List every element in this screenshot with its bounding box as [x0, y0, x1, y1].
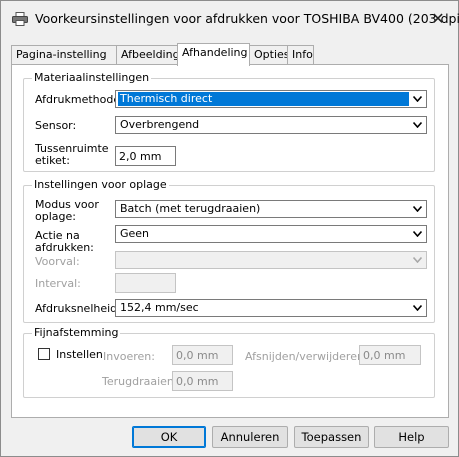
help-button[interactable]: Help — [374, 426, 449, 448]
cut-label: Afsnijden/verwijderen: — [245, 350, 368, 363]
chevron-down-icon — [410, 202, 425, 216]
window-title: Voorkeursinstellingen voor afdrukken voo… — [35, 11, 459, 26]
chevron-down-icon — [410, 118, 425, 132]
tab-graphics[interactable]: Afbeeldingen — [116, 45, 193, 65]
title-bar: Voorkeursinstellingen voor afdrukken voo… — [1, 1, 459, 37]
tab-page-setup[interactable]: Pagina-instelling — [11, 45, 117, 65]
post-print-action-value: Geen — [120, 227, 150, 240]
prefix-label: Voorval: — [35, 255, 80, 268]
tab-finishing[interactable]: Afhandeling — [177, 43, 250, 66]
post-print-action-select[interactable]: Geen — [115, 225, 427, 243]
backfeed-input[interactable]: 0,0 mm — [172, 371, 233, 391]
chevron-down-icon — [410, 253, 425, 267]
tab-info[interactable]: Info — [287, 45, 314, 65]
ok-button[interactable]: OK — [132, 426, 206, 448]
fine-adjust-title: Fijnafstemming — [32, 326, 121, 340]
prefix-select[interactable] — [115, 251, 427, 269]
cut-input[interactable]: 0,0 mm — [359, 345, 421, 365]
feed-value: 0,0 mm — [176, 349, 219, 362]
tab-options[interactable]: Opties — [249, 45, 290, 65]
interval-label: Interval: — [35, 277, 81, 290]
sensor-label: Sensor: — [35, 119, 77, 132]
cut-value: 0,0 mm — [363, 349, 406, 362]
sensor-select[interactable]: Overbrengend — [115, 116, 427, 134]
printer-icon — [12, 12, 28, 26]
gap-input[interactable]: 2,0 mm — [115, 146, 176, 166]
print-speed-label: Afdruksnelheid: — [35, 302, 121, 315]
chevron-down-icon — [410, 301, 425, 315]
backfeed-value: 0,0 mm — [176, 375, 219, 388]
batch-mode-value: Batch (met terugdraaien) — [120, 202, 261, 215]
prefix-value — [118, 253, 122, 267]
print-speed-value: 152,4 mm/sec — [120, 301, 199, 314]
batch-settings-title: Instellingen voor oplage — [32, 178, 169, 192]
print-method-value: Thermisch direct — [118, 92, 409, 106]
adjust-label: Instellen — [56, 348, 103, 361]
print-method-select[interactable]: Thermisch direct — [115, 90, 427, 108]
sensor-value: Overbrengend — [120, 118, 200, 131]
chevron-down-icon — [410, 227, 425, 241]
feed-label: Invoeren: — [103, 350, 155, 363]
chevron-down-icon — [410, 92, 425, 106]
backfeed-label: Terugdraaien: — [102, 375, 178, 388]
close-button[interactable]: ✕ — [425, 7, 451, 31]
print-preferences-window: Voorkeursinstellingen voor afdrukken voo… — [0, 0, 459, 457]
material-settings-title: Materiaalinstellingen — [32, 71, 152, 85]
batch-mode-select[interactable]: Batch (met terugdraaien) — [115, 200, 427, 218]
finishing-panel: Materiaalinstellingen Afdrukmethode: The… — [11, 64, 449, 418]
print-speed-select[interactable]: 152,4 mm/sec — [115, 299, 427, 317]
interval-input[interactable] — [115, 273, 176, 293]
post-print-action-label-line2: afdrukken: — [35, 241, 94, 254]
feed-input[interactable]: 0,0 mm — [172, 345, 233, 365]
apply-button[interactable]: Toepassen — [294, 426, 369, 448]
batch-mode-label-line2: oplage: — [35, 210, 76, 223]
gap-label-line2: etiket: — [35, 154, 70, 167]
cancel-button[interactable]: Annuleren — [212, 426, 288, 448]
gap-value: 2,0 mm — [119, 150, 162, 163]
print-method-label: Afdrukmethode: — [35, 93, 124, 106]
close-icon: ✕ — [431, 9, 445, 28]
adjust-checkbox[interactable] — [38, 348, 50, 360]
